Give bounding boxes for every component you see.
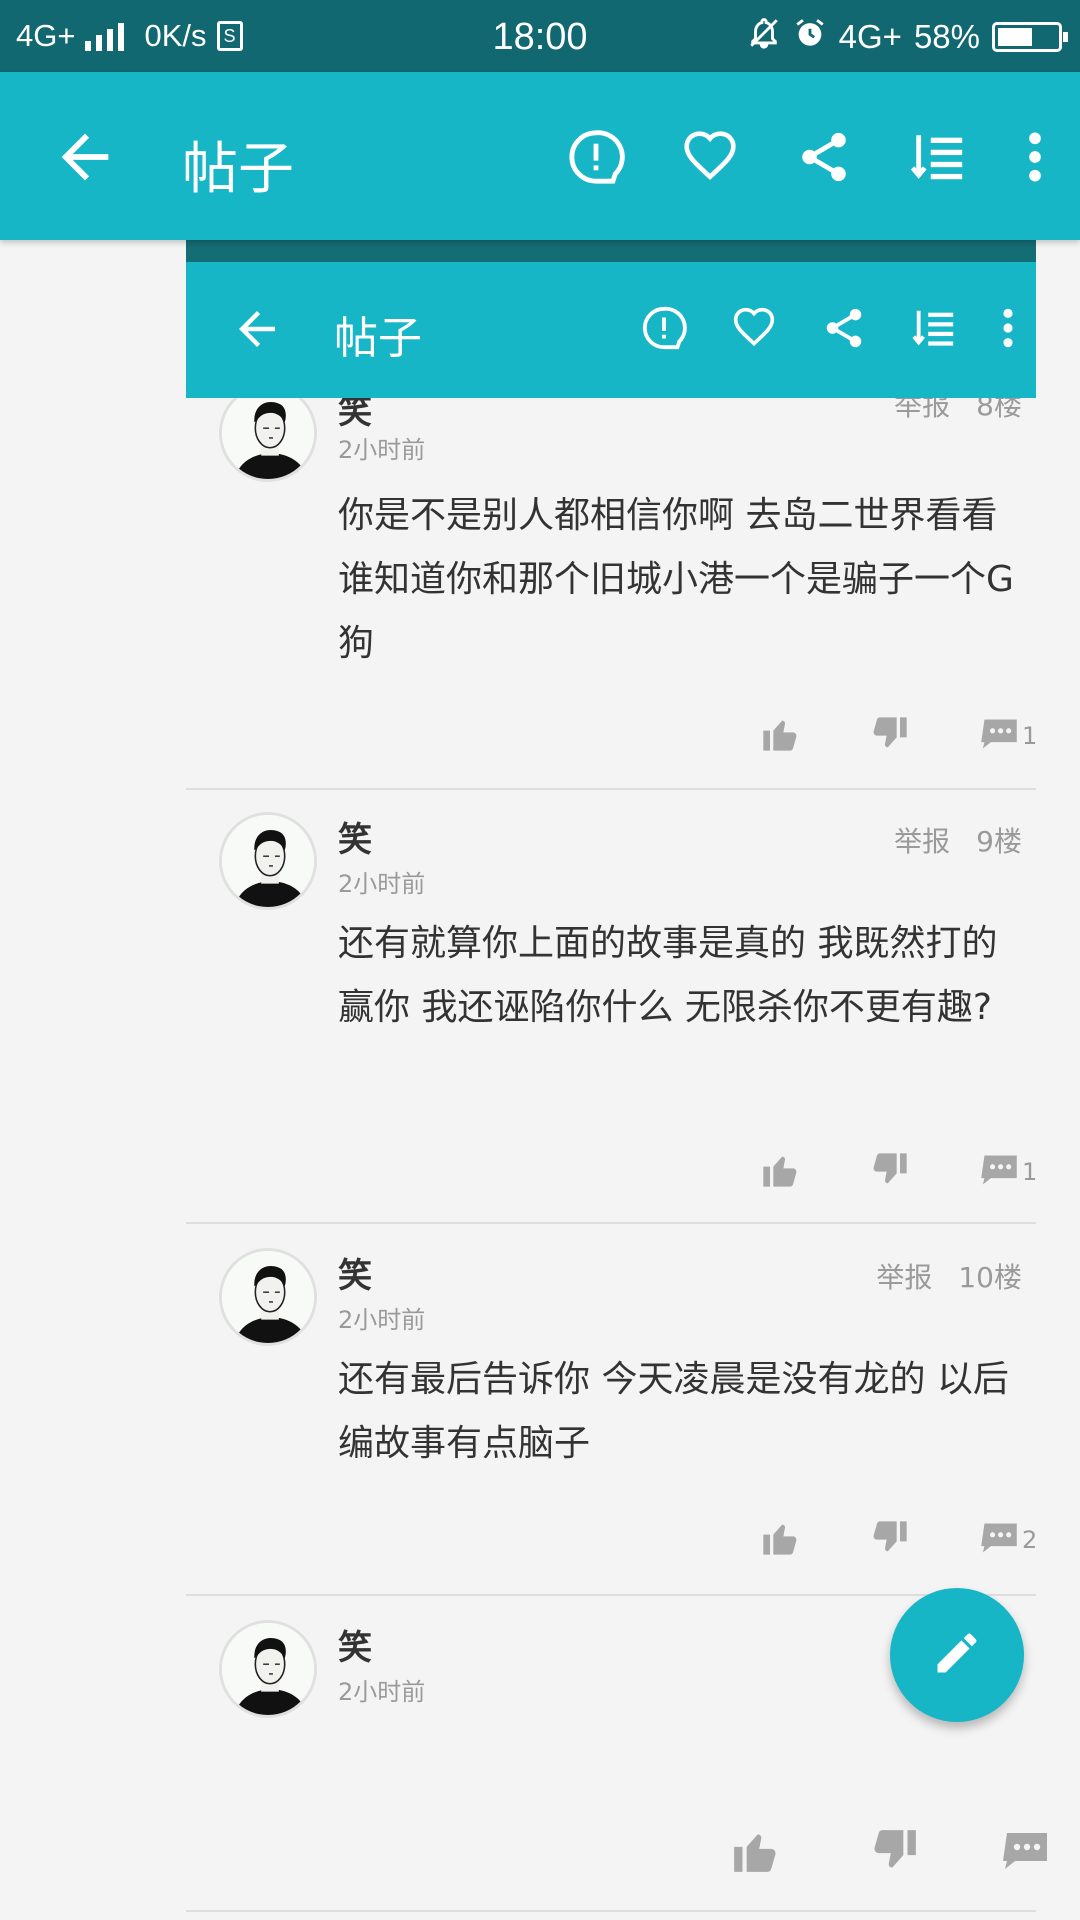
thumbs-up-icon [760, 714, 800, 758]
dislike-button[interactable] [820, 1818, 970, 1888]
reply-button[interactable] [950, 706, 1020, 766]
thumbs-down-icon [870, 1150, 910, 1194]
like-button[interactable] [730, 1510, 830, 1570]
mute-bell-icon [747, 16, 781, 58]
comment-item: 笑 2小时前 举报 10楼 还有最后告诉你 今天凌晨是没有龙的 以后编故事有点脑… [186, 1248, 1038, 1596]
more-vert-icon [988, 296, 1028, 360]
embedded-toolbar: 帖子 [186, 262, 1036, 398]
post-time: 2小时前 [338, 1678, 426, 1706]
author-name[interactable]: 笑 [338, 1248, 372, 1297]
battery-percent: 58% [913, 18, 980, 55]
heart-icon[interactable] [668, 120, 752, 194]
comment-text: 你是不是别人都相信你啊 去岛二世界看看 谁知道你和那个旧城小港一个是骗子一个G狗 [338, 495, 1014, 664]
report-icon[interactable] [554, 120, 638, 194]
avatar[interactable] [219, 812, 317, 910]
thumbs-up-icon [730, 1826, 780, 1880]
comment-item: 笑 2小时前 举报 8楼 你是不是别人都相信你啊 去岛二世界看看 谁知道你和那个… [186, 384, 1038, 790]
comment-text: 还有就算你上面的故事是真的 我既然打的赢你 我还诬陷你什么 无限杀你不更有趣? [338, 923, 998, 1028]
comment-meta: 举报 9楼 [894, 820, 1022, 860]
dislike-button[interactable] [830, 1142, 950, 1202]
thumbs-down-icon [870, 714, 910, 758]
embedded-title: 帖子 [334, 313, 422, 364]
like-button[interactable] [690, 1818, 820, 1888]
embedded-actions [628, 296, 1028, 360]
author-name[interactable]: 笑 [338, 812, 372, 861]
status-right: 4G+ 58% [747, 16, 1068, 58]
comment-item: 笑 2小时前 举报 9楼 还有就算你上面的故事是真的 我既然打的赢你 我还诬陷你… [186, 812, 1038, 1224]
heart-icon [718, 296, 790, 360]
avatar[interactable] [219, 384, 317, 482]
post-time: 2小时前 [338, 870, 426, 898]
thumbs-down-icon [870, 1826, 920, 1880]
like-button[interactable] [730, 1142, 830, 1202]
compose-fab-button[interactable] [890, 1588, 1024, 1722]
dislike-button[interactable] [830, 1510, 950, 1570]
floor-number: 10楼 [958, 1261, 1022, 1294]
floor-number: 9楼 [976, 825, 1022, 858]
reply-button[interactable] [950, 1510, 1020, 1570]
network-right-label: 4G+ [838, 18, 902, 55]
reply-button[interactable] [950, 1142, 1020, 1202]
comment-actions: 1 [730, 1142, 1038, 1202]
comment-meta: 举报 10楼 [876, 1256, 1022, 1296]
sort-list-icon [898, 296, 970, 360]
thumbs-up-icon [760, 1150, 800, 1194]
more-vert-icon[interactable] [1010, 120, 1060, 194]
page-title: 帖子 [182, 137, 294, 202]
app-toolbar: 帖子 [0, 72, 1080, 240]
comment-actions: 1 [730, 706, 1038, 766]
avatar[interactable] [219, 1248, 317, 1346]
comment-text: 还有最后告诉你 今天凌晨是没有龙的 以后编故事有点脑子 [338, 1359, 1009, 1464]
toolbar-actions [554, 120, 1060, 194]
report-icon [628, 296, 700, 360]
reply-count: 1 [1022, 722, 1038, 750]
comment-actions: 2 [730, 1510, 1038, 1570]
status-bar: 4G+ 0K/s S 18:00 4G+ 58% [0, 0, 1080, 72]
back-arrow-icon [230, 302, 284, 360]
comment-bubble-icon [978, 717, 1020, 755]
reply-button[interactable] [970, 1818, 1080, 1888]
like-button[interactable] [730, 706, 830, 766]
reply-count: 1 [1022, 1158, 1038, 1186]
share-icon [808, 296, 880, 360]
thumbs-down-icon [870, 1518, 910, 1562]
alarm-icon [793, 16, 827, 58]
post-time: 2小时前 [338, 1306, 426, 1334]
report-link[interactable]: 举报 [876, 1256, 932, 1296]
comment-bubble-icon [999, 1830, 1051, 1876]
edit-pencil-icon [931, 1627, 983, 1683]
comment-actions [690, 1818, 1080, 1888]
post-time: 2小时前 [338, 436, 426, 464]
avatar[interactable] [219, 1620, 317, 1718]
back-arrow-icon[interactable] [50, 122, 120, 192]
thumbs-up-icon [760, 1518, 800, 1562]
comment-bubble-icon [978, 1521, 1020, 1559]
report-link[interactable]: 举报 [894, 820, 950, 860]
reply-count: 2 [1022, 1526, 1038, 1554]
author-name[interactable]: 笑 [338, 1620, 372, 1669]
share-icon[interactable] [782, 120, 866, 194]
comment-bubble-icon [978, 1153, 1020, 1191]
sort-list-icon[interactable] [896, 120, 980, 194]
dislike-button[interactable] [830, 706, 950, 766]
battery-icon [992, 22, 1068, 52]
